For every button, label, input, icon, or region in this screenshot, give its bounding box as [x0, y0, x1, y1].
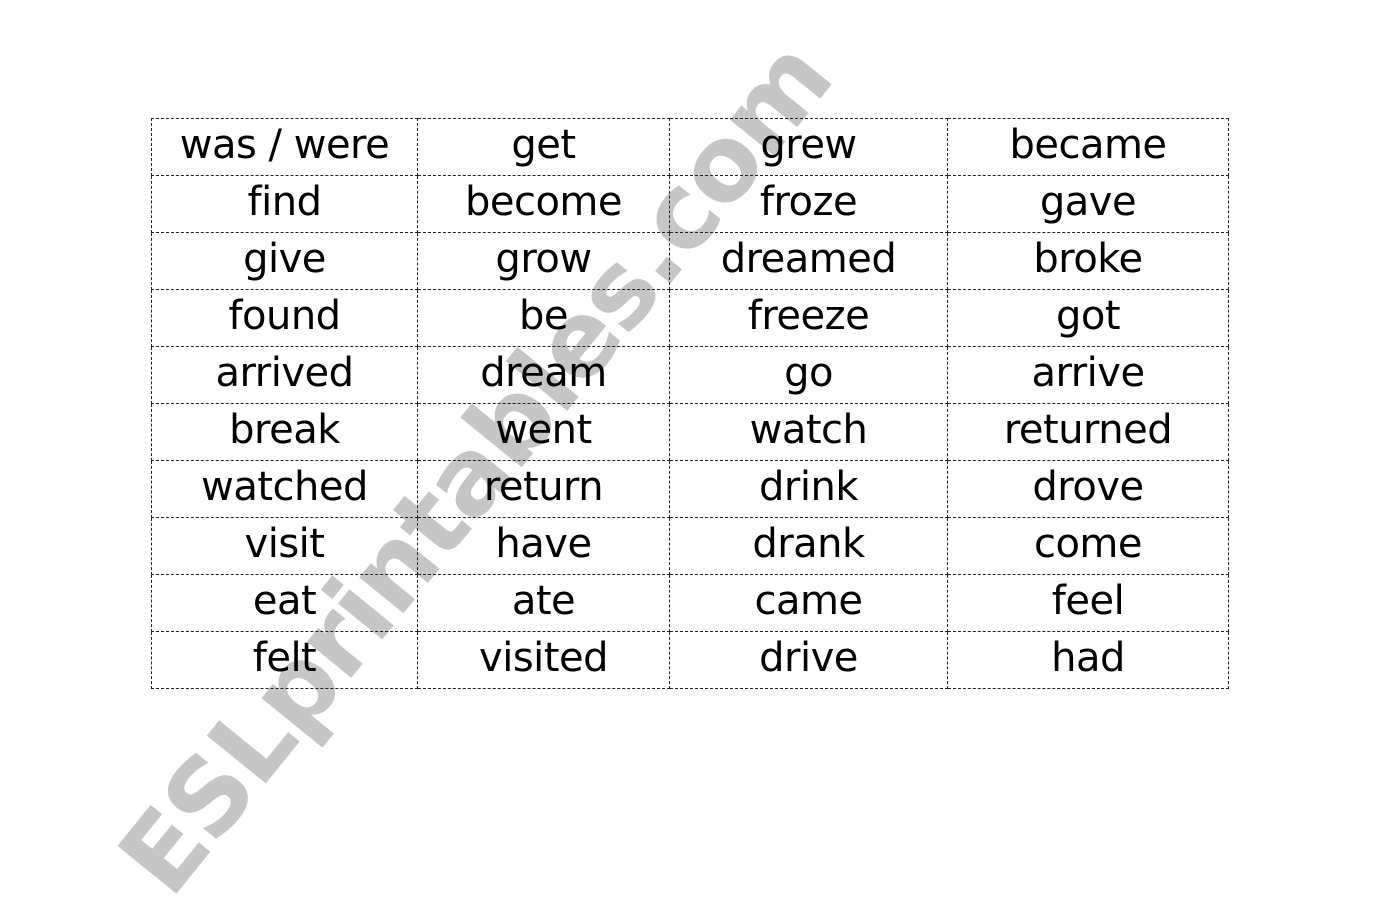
table-row: break went watch returned: [151, 403, 1229, 461]
word-card: go: [669, 346, 948, 404]
word-card-text: dreamed: [720, 236, 897, 282]
word-card-text: visited: [479, 635, 608, 681]
table-row: was / were get grew became: [151, 118, 1229, 176]
word-card-text: found: [228, 293, 341, 339]
word-card-text: grow: [495, 236, 592, 282]
word-card: be: [417, 289, 670, 347]
word-card: drank: [669, 517, 948, 575]
word-card-text: grew: [760, 122, 857, 168]
word-card-text: find: [247, 179, 322, 225]
word-card: was / were: [151, 118, 418, 176]
table-row: found be freeze got: [151, 289, 1229, 347]
word-card: have: [417, 517, 670, 575]
word-card: freeze: [669, 289, 948, 347]
word-card-text: watched: [201, 464, 368, 510]
table-row: felt visited drive had: [151, 631, 1229, 689]
word-card-text: come: [1033, 521, 1143, 567]
word-card: found: [151, 289, 418, 347]
word-card: come: [947, 517, 1229, 575]
word-card-text: dream: [480, 350, 607, 396]
word-card-text: have: [495, 521, 592, 567]
word-card: dreamed: [669, 232, 948, 290]
word-card: feel: [947, 574, 1229, 632]
word-card-text: broke: [1033, 236, 1143, 282]
word-card: drive: [669, 631, 948, 689]
table-row: give grow dreamed broke: [151, 232, 1229, 290]
word-card-text: drink: [759, 464, 858, 510]
word-card: visit: [151, 517, 418, 575]
word-card: visited: [417, 631, 670, 689]
word-card-text: felt: [252, 635, 317, 681]
word-card: broke: [947, 232, 1229, 290]
word-card-text: gave: [1039, 179, 1137, 225]
word-card: grew: [669, 118, 948, 176]
word-card: arrived: [151, 346, 418, 404]
word-card: ate: [417, 574, 670, 632]
word-card: froze: [669, 175, 948, 233]
word-card: became: [947, 118, 1229, 176]
word-card: return: [417, 460, 670, 518]
word-card-text: became: [1009, 122, 1167, 168]
word-card-text: get: [511, 122, 576, 168]
word-card: become: [417, 175, 670, 233]
word-card: went: [417, 403, 670, 461]
word-card-text: go: [784, 350, 833, 396]
word-card: came: [669, 574, 948, 632]
table-row: find become froze gave: [151, 175, 1229, 233]
word-card: break: [151, 403, 418, 461]
word-card-table: was / were get grew became find become froze ga…: [151, 118, 1229, 689]
word-card: got: [947, 289, 1229, 347]
word-card-text: was / were: [179, 122, 390, 168]
word-card: drove: [947, 460, 1229, 518]
word-card: watched: [151, 460, 418, 518]
word-card: drink: [669, 460, 948, 518]
word-card-text: returned: [1003, 407, 1173, 453]
word-card-text: came: [754, 578, 863, 624]
word-card: felt: [151, 631, 418, 689]
word-card-text: drank: [752, 521, 865, 567]
word-card-text: eat: [252, 578, 317, 624]
word-card-text: watch: [749, 407, 868, 453]
word-card-text: break: [229, 407, 340, 453]
word-card: get: [417, 118, 670, 176]
word-card: arrive: [947, 346, 1229, 404]
word-card: gave: [947, 175, 1229, 233]
word-card: dream: [417, 346, 670, 404]
word-card-text: ate: [511, 578, 576, 624]
word-card: had: [947, 631, 1229, 689]
word-card-text: arrived: [215, 350, 354, 396]
word-card-text: got: [1055, 293, 1121, 339]
word-card: grow: [417, 232, 670, 290]
word-card-text: visit: [244, 521, 325, 567]
word-card-text: arrive: [1031, 350, 1145, 396]
word-card: eat: [151, 574, 418, 632]
word-card: watch: [669, 403, 948, 461]
word-card-text: had: [1051, 635, 1125, 681]
word-card-text: become: [464, 179, 623, 225]
word-card-text: feel: [1051, 578, 1125, 624]
word-card: find: [151, 175, 418, 233]
word-card-text: drove: [1032, 464, 1144, 510]
table-row: arrived dream go arrive: [151, 346, 1229, 404]
word-card-text: freeze: [747, 293, 870, 339]
table-row: watched return drink drove: [151, 460, 1229, 518]
table-row: eat ate came feel: [151, 574, 1229, 632]
word-card-text: went: [495, 407, 592, 453]
word-card: give: [151, 232, 418, 290]
word-card-text: froze: [759, 179, 858, 225]
word-card-text: return: [483, 464, 604, 510]
word-card-text: drive: [759, 635, 858, 681]
word-card-text: give: [243, 236, 326, 282]
word-card: returned: [947, 403, 1229, 461]
table-row: visit have drank come: [151, 517, 1229, 575]
word-card-text: be: [519, 293, 569, 339]
